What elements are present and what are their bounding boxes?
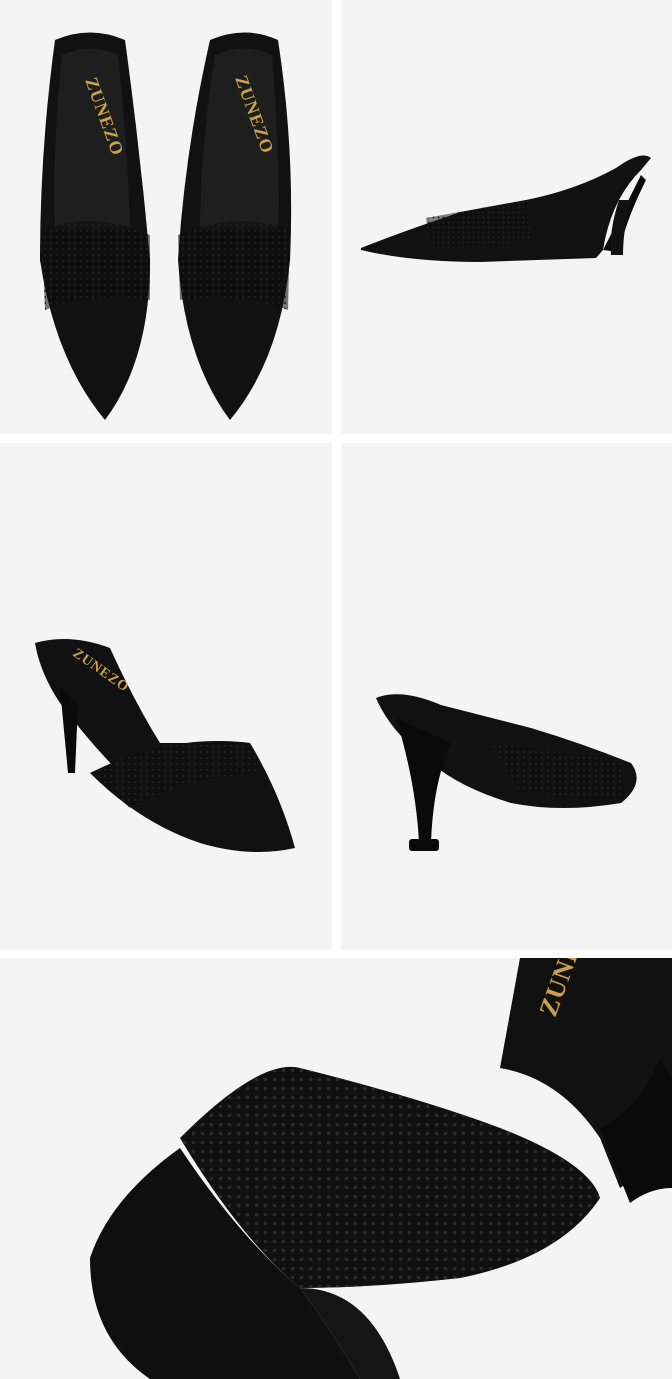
top-view-illustration: ZUNEZO ZUNEZO <box>40 32 292 420</box>
three-quarter-illustration: ZUNEZO <box>35 639 295 852</box>
left-shoe: ZUNEZO <box>40 32 150 420</box>
rear-heel-illustration <box>376 694 637 851</box>
right-shoe: ZUNEZO <box>178 32 292 420</box>
photo-side-profile <box>341 0 672 434</box>
side-profile-illustration <box>361 155 651 262</box>
close-up-illustration: ZUNEZO <box>90 958 672 1379</box>
photo-rear-heel <box>341 443 672 950</box>
photo-close-up: ZUNEZO <box>0 958 672 1379</box>
photo-top-view: ZUNEZO ZUNEZO <box>0 0 332 434</box>
photo-three-quarter-front: ZUNEZO <box>0 443 332 950</box>
